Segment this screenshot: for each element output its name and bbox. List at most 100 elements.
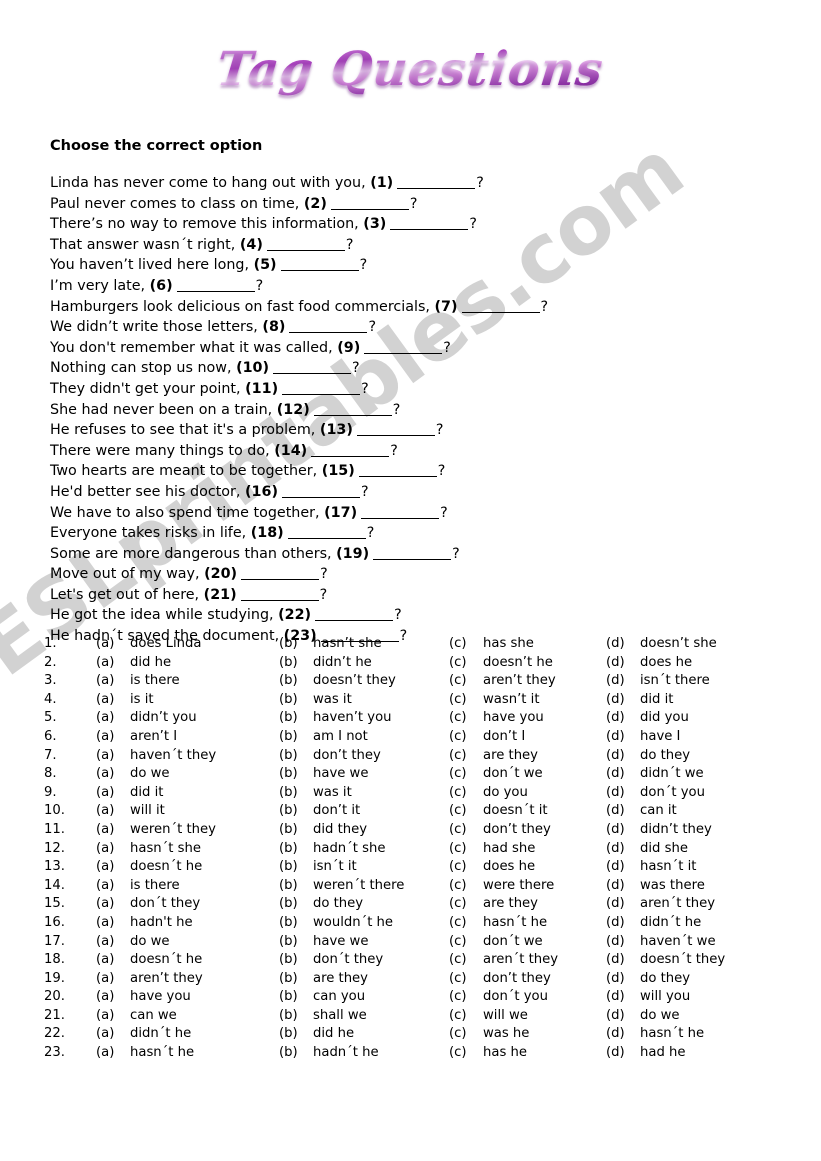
answer-blank[interactable] xyxy=(313,414,392,416)
option-choice-b[interactable]: (b) didn’t he xyxy=(279,655,449,670)
answer-blank[interactable] xyxy=(461,311,540,313)
option-choice-a[interactable]: (a) does Linda xyxy=(96,636,279,651)
option-choice-a[interactable]: (a) hadn't he xyxy=(96,915,279,930)
option-choice-c[interactable]: (c) don’t I xyxy=(449,729,606,744)
option-choice-d[interactable]: (d) did it xyxy=(606,692,786,707)
answer-blank[interactable] xyxy=(373,558,452,560)
answer-blank[interactable] xyxy=(282,393,361,395)
answer-blank[interactable] xyxy=(390,229,469,231)
option-choice-d[interactable]: (d) was there xyxy=(606,878,786,893)
option-choice-b[interactable]: (b) wouldn´t he xyxy=(279,915,449,930)
option-choice-a[interactable]: (a) doesn´t he xyxy=(96,859,279,874)
option-choice-a[interactable]: (a) have you xyxy=(96,989,279,1004)
answer-blank[interactable] xyxy=(397,188,476,189)
answer-blank[interactable] xyxy=(240,599,319,601)
option-choice-d[interactable]: (d) don´t you xyxy=(606,785,786,800)
option-choice-b[interactable]: (b) doesn’t they xyxy=(279,673,449,688)
option-choice-c[interactable]: (c) don´t we xyxy=(449,766,606,781)
option-choice-d[interactable]: (d) didn´t he xyxy=(606,915,786,930)
option-choice-b[interactable]: (b) haven’t you xyxy=(279,710,449,725)
option-choice-a[interactable]: (a) is there xyxy=(96,673,279,688)
option-choice-c[interactable]: (c) do you xyxy=(449,785,606,800)
option-choice-c[interactable]: (c) don’t they xyxy=(449,822,606,837)
answer-blank[interactable] xyxy=(266,249,345,251)
option-choice-b[interactable]: (b) don’t they xyxy=(279,748,449,763)
option-choice-d[interactable]: (d) do we xyxy=(606,1008,786,1023)
option-choice-c[interactable]: (c) hasn´t he xyxy=(449,915,606,930)
option-choice-d[interactable]: (d) didn´t we xyxy=(606,766,786,781)
option-choice-c[interactable]: (c) are they xyxy=(449,896,606,911)
option-choice-c[interactable]: (c) don´t we xyxy=(449,934,606,949)
option-choice-a[interactable]: (a) is it xyxy=(96,692,279,707)
option-choice-b[interactable]: (b) are they xyxy=(279,971,449,986)
option-choice-a[interactable]: (a) will it xyxy=(96,803,279,818)
option-choice-c[interactable]: (c) aren´t they xyxy=(449,952,606,967)
option-choice-b[interactable]: (b) do they xyxy=(279,896,449,911)
option-choice-c[interactable]: (c) doesn’t he xyxy=(449,655,606,670)
answer-blank[interactable] xyxy=(281,496,360,498)
option-choice-a[interactable]: (a) don´t they xyxy=(96,896,279,911)
option-choice-b[interactable]: (b) don´t they xyxy=(279,952,449,967)
option-choice-c[interactable]: (c) was he xyxy=(449,1026,606,1041)
option-choice-a[interactable]: (a) hasn´t she xyxy=(96,841,279,856)
answer-blank[interactable] xyxy=(356,435,435,437)
option-choice-d[interactable]: (d) did you xyxy=(606,710,786,725)
option-choice-b[interactable]: (b) shall we xyxy=(279,1008,449,1023)
option-choice-d[interactable]: (d) do they xyxy=(606,971,786,986)
option-choice-b[interactable]: (b) did they xyxy=(279,822,449,837)
option-choice-d[interactable]: (d) isn´t there xyxy=(606,673,786,688)
option-choice-b[interactable]: (b) have we xyxy=(279,934,449,949)
option-choice-b[interactable]: (b) isn´t it xyxy=(279,859,449,874)
answer-blank[interactable] xyxy=(289,332,368,334)
option-choice-c[interactable]: (c) don´t you xyxy=(449,989,606,1004)
option-choice-b[interactable]: (b) am I not xyxy=(279,729,449,744)
option-choice-c[interactable]: (c) has he xyxy=(449,1045,606,1060)
option-choice-c[interactable]: (c) does he xyxy=(449,859,606,874)
option-choice-d[interactable]: (d) didn’t they xyxy=(606,822,786,837)
answer-blank[interactable] xyxy=(241,579,320,581)
answer-blank[interactable] xyxy=(287,538,366,540)
answer-blank[interactable] xyxy=(273,373,352,375)
option-choice-d[interactable]: (d) have I xyxy=(606,729,786,744)
option-choice-c[interactable]: (c) are they xyxy=(449,748,606,763)
option-choice-d[interactable]: (d) aren´t they xyxy=(606,896,786,911)
option-choice-c[interactable]: (c) aren’t they xyxy=(449,673,606,688)
option-choice-a[interactable]: (a) did it xyxy=(96,785,279,800)
option-choice-b[interactable]: (b) don’t it xyxy=(279,803,449,818)
option-choice-b[interactable]: (b) was it xyxy=(279,692,449,707)
option-choice-b[interactable]: (b) was it xyxy=(279,785,449,800)
answer-blank[interactable] xyxy=(358,476,437,478)
option-choice-b[interactable]: (b) hasn’t she xyxy=(279,636,449,651)
option-choice-a[interactable]: (a) can we xyxy=(96,1008,279,1023)
option-choice-d[interactable]: (d) doesn’t she xyxy=(606,636,786,651)
option-choice-c[interactable]: (c) had she xyxy=(449,841,606,856)
option-choice-a[interactable]: (a) didn´t he xyxy=(96,1026,279,1041)
option-choice-b[interactable]: (b) did he xyxy=(279,1026,449,1041)
option-choice-a[interactable]: (a) aren’t I xyxy=(96,729,279,744)
option-choice-d[interactable]: (d) doesn´t they xyxy=(606,952,786,967)
option-choice-b[interactable]: (b) have we xyxy=(279,766,449,781)
answer-blank[interactable] xyxy=(315,620,394,622)
option-choice-a[interactable]: (a) haven´t they xyxy=(96,748,279,763)
option-choice-a[interactable]: (a) hasn´t he xyxy=(96,1045,279,1060)
option-choice-c[interactable]: (c) don’t they xyxy=(449,971,606,986)
option-choice-a[interactable]: (a) do we xyxy=(96,766,279,781)
answer-blank[interactable] xyxy=(361,517,440,519)
option-choice-a[interactable]: (a) weren´t they xyxy=(96,822,279,837)
answer-blank[interactable] xyxy=(364,352,443,354)
option-choice-c[interactable]: (c) has she xyxy=(449,636,606,651)
option-choice-a[interactable]: (a) is there xyxy=(96,878,279,893)
option-choice-c[interactable]: (c) were there xyxy=(449,878,606,893)
option-choice-d[interactable]: (d) will you xyxy=(606,989,786,1004)
option-choice-d[interactable]: (d) do they xyxy=(606,748,786,763)
option-choice-d[interactable]: (d) hasn´t he xyxy=(606,1026,786,1041)
option-choice-c[interactable]: (c) doesn´t it xyxy=(449,803,606,818)
option-choice-d[interactable]: (d) hasn´t it xyxy=(606,859,786,874)
option-choice-a[interactable]: (a) doesn´t he xyxy=(96,952,279,967)
answer-blank[interactable] xyxy=(330,208,409,210)
option-choice-d[interactable]: (d) can it xyxy=(606,803,786,818)
option-choice-c[interactable]: (c) wasn’t it xyxy=(449,692,606,707)
answer-blank[interactable] xyxy=(311,455,390,457)
option-choice-d[interactable]: (d) does he xyxy=(606,655,786,670)
answer-blank[interactable] xyxy=(176,290,255,292)
